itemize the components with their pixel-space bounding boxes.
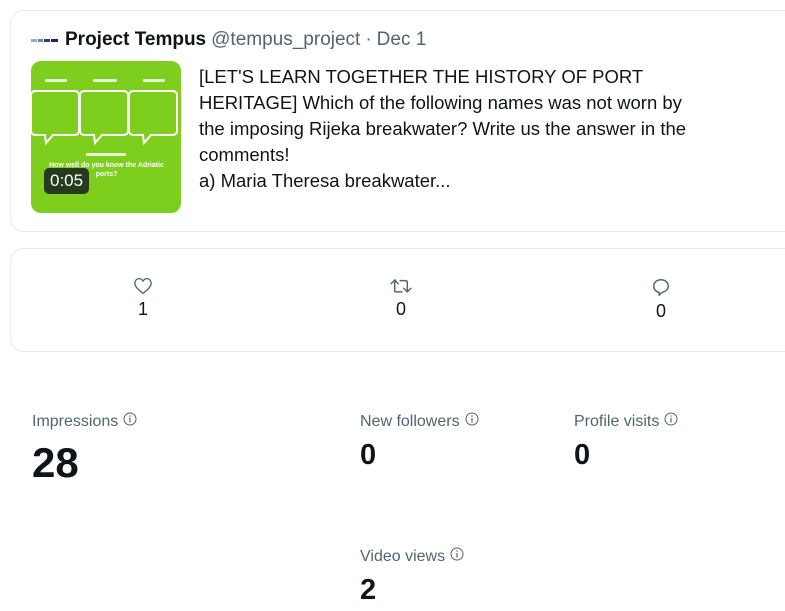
profile-visits-value: 0 — [574, 439, 591, 471]
likes-metric[interactable]: 1 — [113, 277, 173, 320]
info-icon[interactable] — [123, 412, 137, 431]
header-separator: · — [365, 29, 372, 50]
tweet-text-line: HERITAGE] Which of the following names w… — [199, 92, 682, 113]
tweet-text-line: comments! — [199, 144, 290, 165]
video-views-stat: Video views 2 — [360, 547, 464, 607]
author-handle[interactable]: @tempus_project — [211, 29, 360, 51]
tweet-header: Project Tempus @tempus_project · Dec 1 — [31, 29, 426, 51]
author-name[interactable]: Project Tempus — [65, 29, 206, 51]
tweet-card[interactable]: Project Tempus @tempus_project · Dec 1 H… — [10, 10, 785, 232]
tweet-text-line: [LET'S LEARN TOGETHER THE HISTORY OF POR… — [199, 66, 644, 87]
impressions-stat: Impressions 28 — [32, 412, 137, 487]
new-followers-label: New followers — [360, 412, 460, 430]
tweet-text[interactable]: [LET'S LEARN TOGETHER THE HISTORY OF POR… — [199, 64, 785, 194]
retweets-count: 0 — [395, 299, 406, 319]
retweet-icon — [390, 279, 412, 293]
video-views-label: Video views — [360, 547, 446, 565]
new-followers-value: 0 — [360, 439, 377, 471]
likes-count: 1 — [137, 299, 148, 319]
video-duration-badge: 0:05 — [44, 168, 90, 194]
video-thumbnail[interactable]: How well do you know the Adriatic ports?… — [31, 61, 181, 213]
avatar[interactable] — [31, 38, 59, 42]
replies-metric[interactable]: 0 — [631, 277, 691, 322]
video-views-value: 2 — [360, 574, 377, 606]
replies-count: 0 — [655, 301, 666, 321]
profile-visits-stat: Profile visits 0 — [574, 412, 678, 472]
reply-icon — [653, 279, 669, 296]
tweet-date[interactable]: Dec 1 — [377, 29, 427, 51]
new-followers-stat: New followers 0 — [360, 412, 479, 472]
impressions-label: Impressions — [32, 412, 119, 430]
info-icon[interactable] — [664, 412, 678, 431]
tweet-text-line: a) Maria Theresa breakwater... — [199, 170, 451, 191]
heart-icon — [134, 277, 152, 295]
info-icon[interactable] — [465, 412, 479, 431]
impressions-value: 28 — [32, 439, 79, 486]
tweet-text-line: the imposing Rijeka breakwater? Write us… — [199, 118, 687, 139]
info-icon[interactable] — [450, 547, 464, 566]
retweets-metric[interactable]: 0 — [371, 277, 431, 320]
profile-visits-label: Profile visits — [574, 412, 660, 430]
engagement-card: 1 0 0 — [10, 248, 785, 352]
